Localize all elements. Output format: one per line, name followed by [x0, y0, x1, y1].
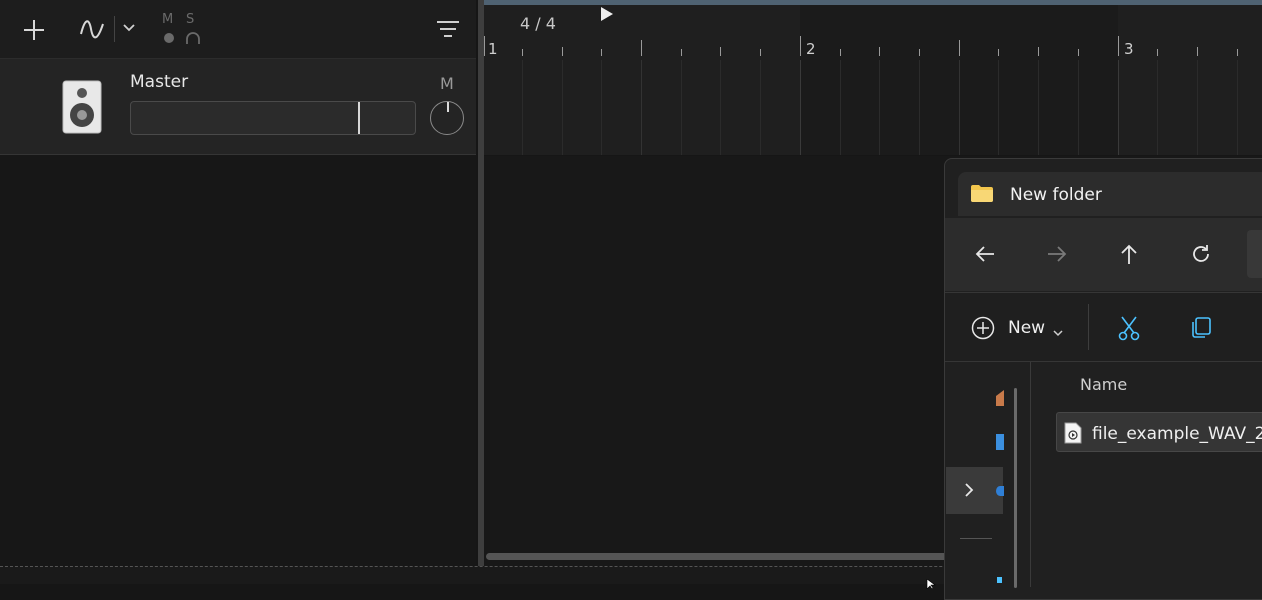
grid-line: [720, 60, 721, 155]
ruler-tick: [1038, 47, 1039, 56]
track-mute-button[interactable]: M: [440, 74, 454, 93]
record-dot-icon[interactable]: [164, 33, 174, 43]
wave-icon[interactable]: [78, 16, 106, 42]
ruler-tick: [1157, 49, 1158, 56]
arrow-right-icon[interactable]: [1046, 243, 1068, 265]
ruler-tick: [959, 40, 960, 56]
onedrive-icon[interactable]: [996, 486, 1004, 496]
time-signature[interactable]: 4 / 4: [520, 14, 556, 33]
ruler-tick: [919, 49, 920, 56]
track-toolbar: [0, 0, 476, 59]
file-name: file_example_WAV_2M: [1092, 424, 1262, 444]
ruler-tick: [681, 49, 682, 56]
gallery-icon[interactable]: [996, 432, 1004, 452]
arrow-left-icon[interactable]: [974, 243, 996, 265]
chevron-down-icon[interactable]: [1052, 323, 1064, 342]
loop-region-bar[interactable]: [484, 0, 1262, 5]
grid-line: [1157, 60, 1158, 155]
toolbar-divider: [114, 16, 115, 42]
volume-slider-handle[interactable]: [358, 102, 360, 134]
grid-line: [879, 60, 880, 155]
ruler-tick: [1118, 36, 1119, 56]
grid-line: [1038, 60, 1039, 155]
mouse-cursor-icon: [926, 574, 936, 593]
home-icon[interactable]: [996, 388, 1004, 406]
chevron-down-icon[interactable]: [122, 22, 136, 34]
ruler-tick: [601, 49, 602, 56]
sidebar-separator: [960, 538, 992, 539]
new-button[interactable]: New: [1008, 318, 1045, 338]
ruler-tick: [879, 47, 880, 56]
headphones-icon[interactable]: [185, 30, 201, 49]
grid-line: [1118, 60, 1119, 155]
grid-line: [681, 60, 682, 155]
chevron-right-icon[interactable]: [963, 482, 975, 502]
ruler-tick: [1197, 47, 1198, 56]
explorer-tab[interactable]: [958, 172, 1262, 216]
playhead-icon[interactable]: [600, 6, 614, 26]
grid-line: [522, 60, 523, 155]
grid-line: [1078, 60, 1079, 155]
folder-icon: [970, 183, 994, 207]
command-divider: [1088, 304, 1089, 350]
ruler-tick: [800, 36, 801, 56]
ruler-tick: [484, 36, 485, 56]
ruler-tick: [1078, 49, 1079, 56]
ruler-tick: [562, 47, 563, 56]
grid-line: [959, 60, 960, 155]
horizontal-scrollbar[interactable]: [486, 553, 956, 560]
grid-line: [760, 60, 761, 155]
bar-number-1: 1: [488, 40, 498, 58]
bar-number-2: 2: [806, 40, 816, 58]
audio-file-icon: [1064, 422, 1082, 448]
copy-icon[interactable]: [1189, 316, 1213, 344]
column-header-name[interactable]: Name: [1080, 375, 1127, 394]
plus-icon[interactable]: [22, 18, 46, 42]
speaker-icon: [62, 80, 102, 138]
desktop-icon[interactable]: [997, 577, 1002, 583]
mute-all-label[interactable]: M: [162, 12, 173, 27]
grid-line: [998, 60, 999, 155]
plus-circle-icon[interactable]: [971, 316, 995, 344]
grid-line: [1197, 60, 1198, 155]
refresh-icon[interactable]: [1190, 243, 1212, 265]
bar-number-3: 3: [1124, 40, 1134, 58]
arrow-up-icon[interactable]: [1118, 243, 1140, 265]
grid-line: [800, 60, 801, 155]
filter-lines-icon[interactable]: [436, 19, 460, 39]
grid-line: [601, 60, 602, 155]
solo-all-label[interactable]: S: [186, 12, 194, 27]
track-name[interactable]: Master: [130, 72, 188, 92]
grid-line: [641, 60, 642, 155]
grid-line: [840, 60, 841, 155]
grid-line: [1237, 60, 1238, 155]
ruler-tick: [998, 49, 999, 56]
ruler-tick: [1237, 49, 1238, 56]
explorer-title: New folder: [1010, 185, 1102, 205]
sidebar-scrollbar[interactable]: [1014, 388, 1017, 588]
grid-line: [562, 60, 563, 155]
pan-knob-indicator: [447, 102, 449, 112]
address-bar[interactable]: [1247, 230, 1262, 278]
pane-divider[interactable]: [1030, 362, 1031, 587]
ruler-tick: [522, 49, 523, 56]
ruler-tick: [641, 40, 642, 56]
ruler-tick: [840, 49, 841, 56]
volume-slider[interactable]: [130, 101, 416, 135]
ruler-tick: [760, 49, 761, 56]
grid-line: [919, 60, 920, 155]
scissors-icon[interactable]: [1117, 315, 1141, 345]
ruler-tick: [720, 47, 721, 56]
